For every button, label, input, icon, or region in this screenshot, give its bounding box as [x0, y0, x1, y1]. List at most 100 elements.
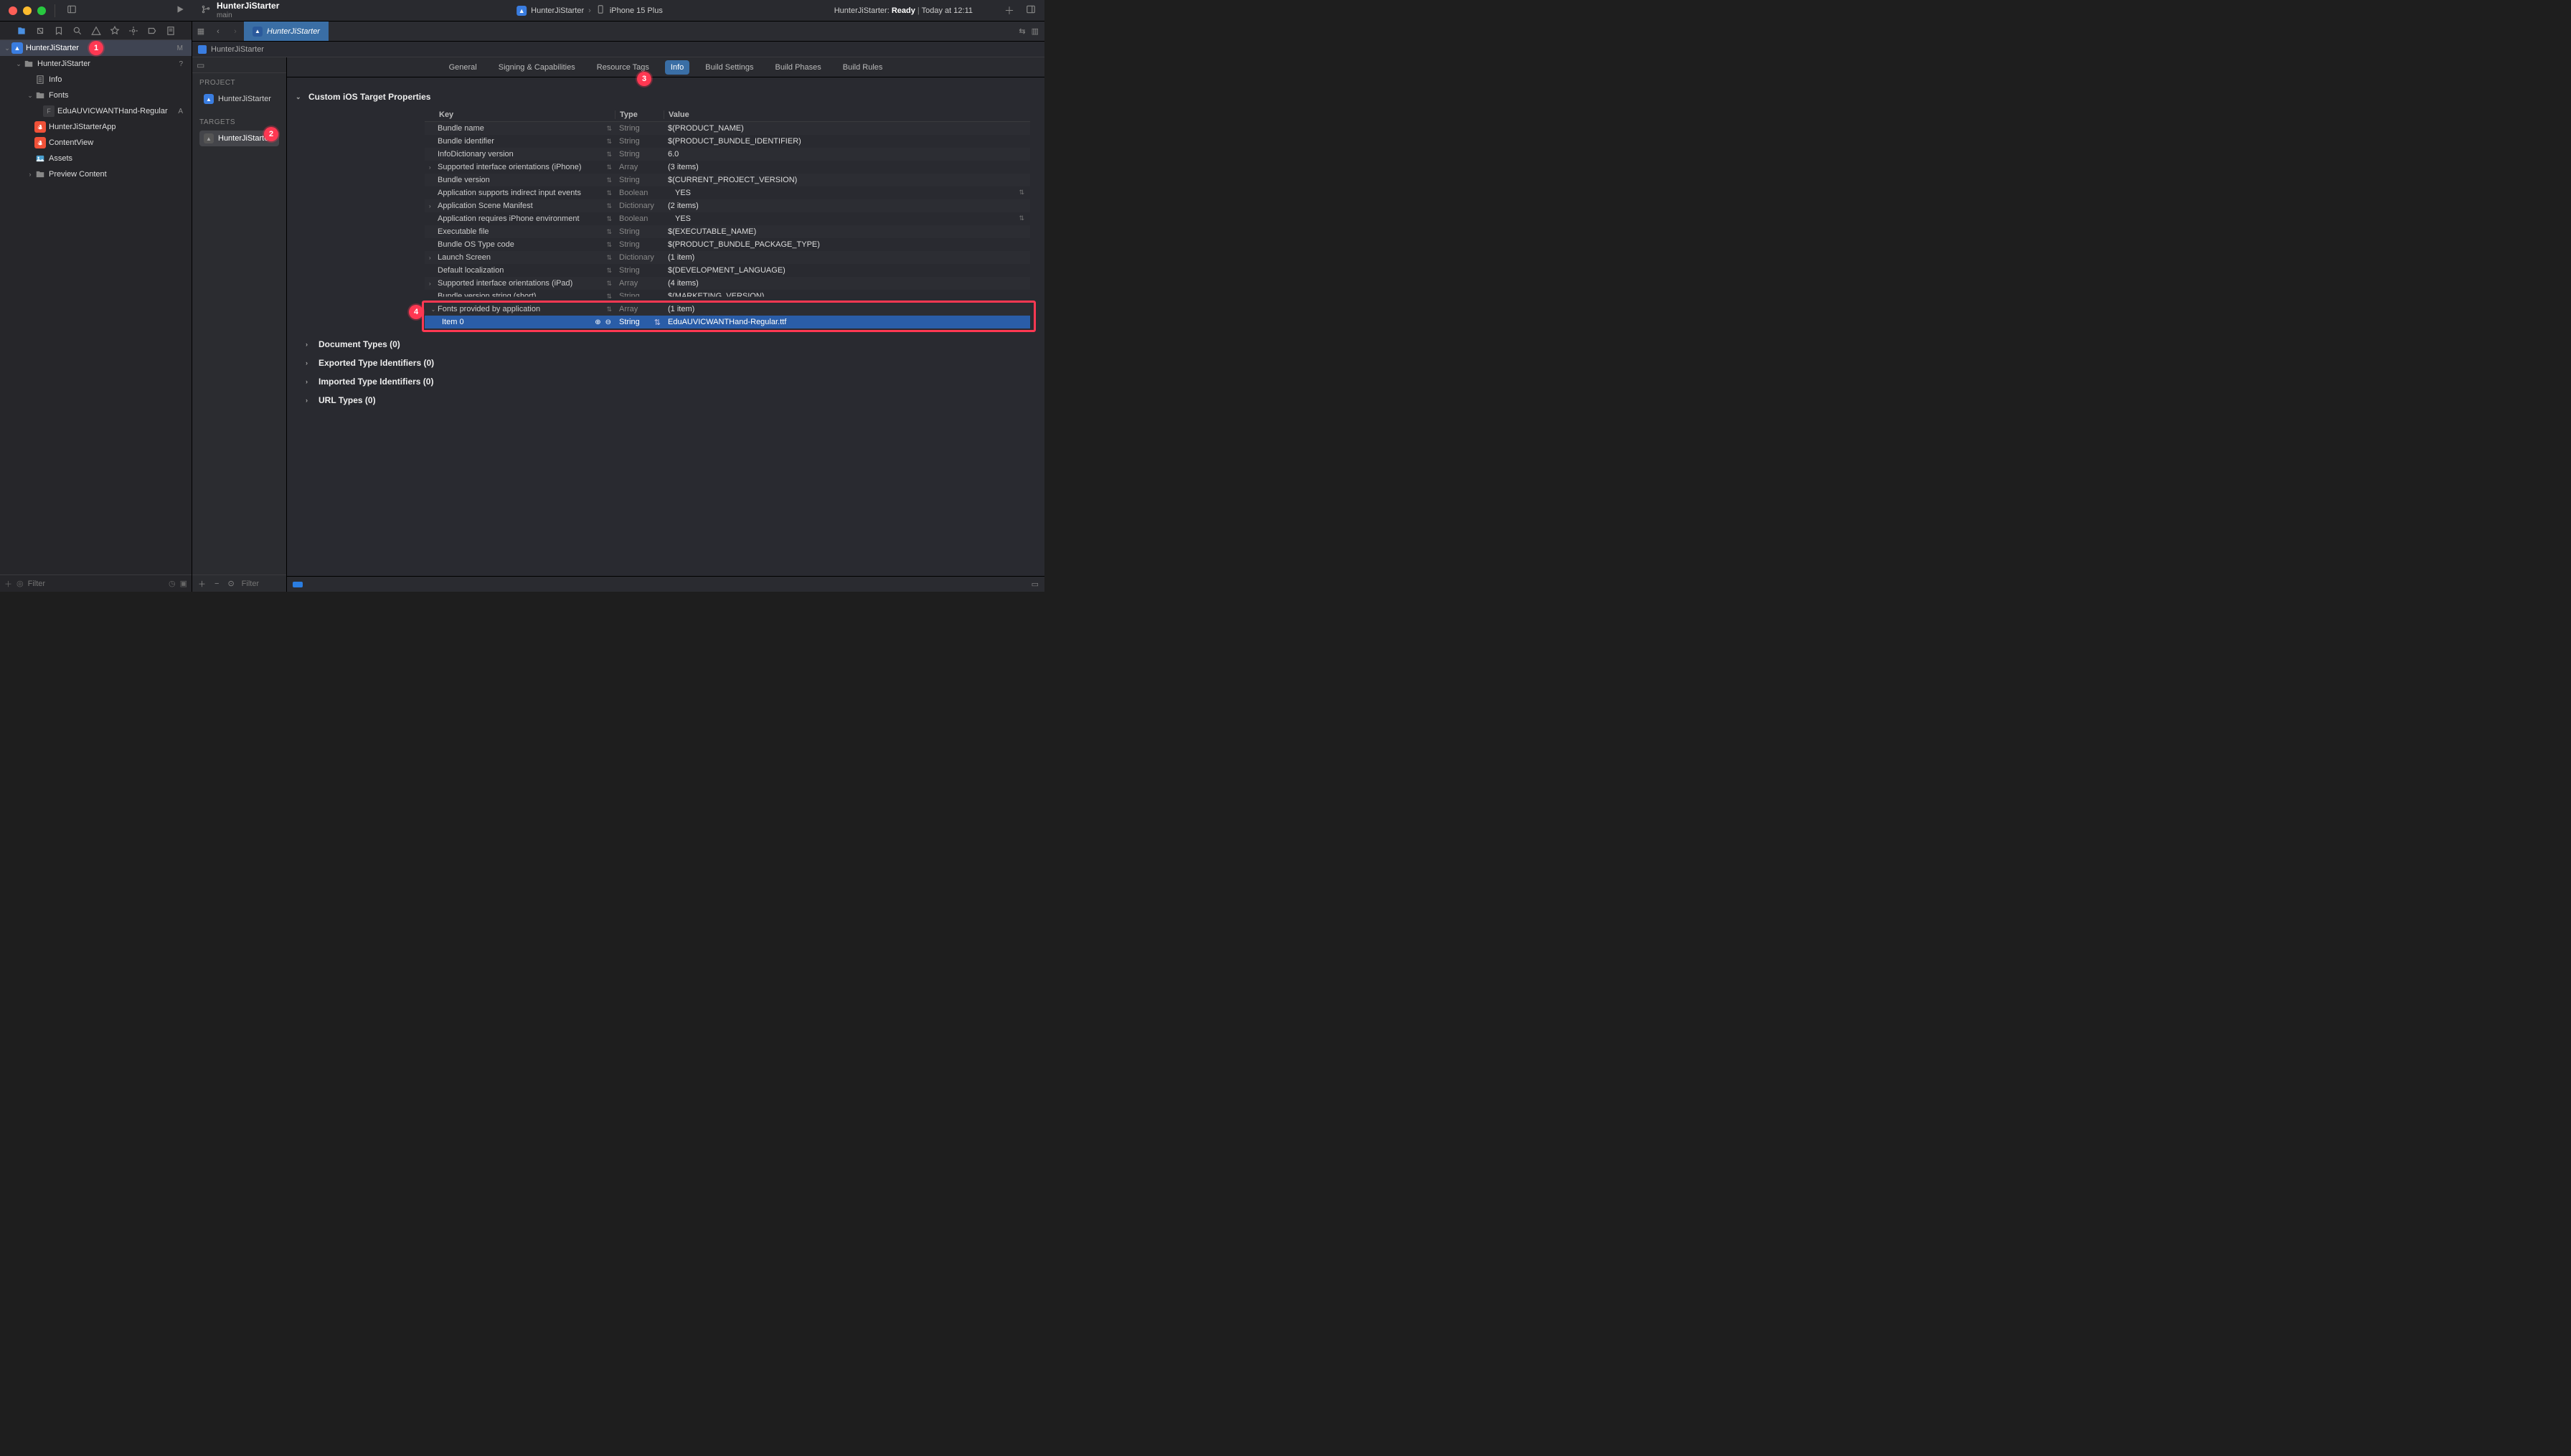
adjust-editor-icon[interactable]: ⇆ [1019, 27, 1025, 36]
tree-item-app[interactable]: HunterJiStarterApp [0, 119, 192, 135]
stepper-icon[interactable]: ⇅ [606, 125, 615, 133]
breakpoint-navigator-icon[interactable] [146, 25, 158, 37]
plist-value[interactable]: YES⇅ [664, 214, 1030, 223]
stepper-icon[interactable]: ⇅ [606, 215, 615, 223]
document-outline-icon[interactable]: ▭ [197, 60, 204, 70]
disclosure-icon[interactable]: › [26, 171, 34, 178]
remove-target-button[interactable]: − [213, 580, 220, 588]
tree-item-contentview[interactable]: ContentView [0, 135, 192, 151]
scope-filter-icon[interactable]: ◎ [16, 579, 24, 588]
stepper-icon[interactable]: ⇅ [1019, 189, 1024, 197]
plist-type[interactable]: Dictionary [615, 253, 664, 262]
plist-type[interactable]: String [615, 150, 664, 159]
section-exported-uti[interactable]: › Exported Type Identifiers (0) [306, 358, 1030, 368]
tree-item-info[interactable]: Info [0, 72, 192, 88]
tree-item-font[interactable]: F EduAUVICWANTHand-Regular A [0, 103, 192, 119]
plist-type[interactable]: String ⇅ [615, 318, 664, 326]
plist-row-item0[interactable]: Item 0 ⊕ ⊖ String ⇅ [425, 316, 1030, 328]
disclosure-icon[interactable]: ⌄ [26, 92, 34, 100]
stepper-icon[interactable]: ⇅ [606, 164, 615, 171]
tree-group-preview[interactable]: › Preview Content [0, 166, 192, 182]
stepper-icon[interactable]: ⇅ [606, 176, 615, 184]
plist-value[interactable]: (4 items) [664, 279, 1030, 288]
add-icon[interactable]: ＋ [4, 578, 12, 590]
plist-value[interactable]: (3 items) [664, 163, 1030, 171]
toggle-debug-area-icon[interactable]: ▭ [1032, 580, 1039, 589]
chevron-right-icon[interactable]: › [425, 280, 438, 287]
plist-row[interactable]: Application requires iPhone environment⇅… [425, 212, 1030, 225]
plist-type[interactable]: String [615, 176, 664, 184]
plist-row[interactable]: InfoDictionary version⇅String6.0 [425, 148, 1030, 161]
plist-type[interactable]: Boolean [615, 214, 664, 223]
run-button[interactable] [172, 4, 188, 16]
close-window-button[interactable] [9, 6, 17, 15]
plist-type[interactable]: Array [615, 305, 664, 313]
tree-group-fonts[interactable]: ⌄ Fonts [0, 88, 192, 103]
section-url-types[interactable]: › URL Types (0) [306, 395, 1030, 405]
tab-build-rules[interactable]: Build Rules [837, 60, 889, 75]
plist-row[interactable]: ›Supported interface orientations (iPhon… [425, 161, 1030, 174]
plist-value[interactable]: (1 item) [664, 305, 1030, 313]
source-control-navigator-icon[interactable] [34, 25, 46, 37]
plist-value[interactable]: $(PRODUCT_BUNDLE_PACKAGE_TYPE) [664, 240, 1030, 249]
remove-row-button[interactable]: ⊖ [603, 318, 613, 326]
disclosure-icon[interactable]: ⌄ [14, 60, 23, 68]
plist-value[interactable]: $(CURRENT_PROJECT_VERSION) [664, 176, 1030, 184]
plist-row[interactable]: Application supports indirect input even… [425, 186, 1030, 199]
issue-navigator-icon[interactable] [90, 25, 102, 37]
plist-row[interactable]: Default localization⇅String$(DEVELOPMENT… [425, 264, 1030, 277]
maximize-window-button[interactable] [37, 6, 46, 15]
plist-row[interactable]: Bundle identifier⇅String$(PRODUCT_BUNDLE… [425, 135, 1030, 148]
plist-value[interactable]: YES⇅ [664, 189, 1030, 197]
plist-value[interactable]: $(PRODUCT_BUNDLE_IDENTIFIER) [664, 137, 1030, 146]
chevron-right-icon[interactable]: › [425, 255, 438, 261]
plist-type[interactable]: String [615, 227, 664, 236]
stepper-icon[interactable]: ⇅ [606, 241, 615, 249]
plist-row[interactable]: Bundle OS Type code⇅String$(PRODUCT_BUND… [425, 238, 1030, 251]
report-navigator-icon[interactable] [165, 25, 176, 37]
tree-item-assets[interactable]: Assets [0, 151, 192, 166]
tab-info[interactable]: Info [665, 60, 689, 75]
stepper-icon[interactable]: ⇅ [606, 306, 615, 313]
debug-navigator-icon[interactable] [128, 25, 139, 37]
tree-group[interactable]: ⌄ HunterJiStarter ? [0, 56, 192, 72]
library-icon[interactable] [1023, 4, 1039, 16]
stepper-icon[interactable]: ⇅ [606, 267, 615, 275]
debug-area-indicator[interactable] [293, 582, 303, 587]
stepper-icon[interactable]: ⇅ [606, 254, 615, 262]
find-navigator-icon[interactable] [72, 25, 83, 37]
breadcrumb-bar[interactable]: HunterJiStarter [192, 42, 1044, 57]
plist-value[interactable]: (1 item) [664, 253, 1030, 262]
stepper-icon[interactable]: ⇅ [606, 228, 615, 236]
stepper-icon[interactable]: ⇅ [606, 293, 615, 301]
plist-row[interactable]: Bundle name⇅String$(PRODUCT_NAME) [425, 122, 1030, 135]
related-items-icon[interactable]: ▦ [192, 27, 209, 36]
plist-value[interactable]: $(MARKETING_VERSION) [664, 292, 1030, 301]
plist-row[interactable]: ›Supported interface orientations (iPad)… [425, 277, 1030, 290]
stepper-icon[interactable]: ⇅ [606, 138, 615, 146]
section-custom-props[interactable]: ⌄ Custom iOS Target Properties [296, 92, 1030, 102]
plist-row-fonts-provided[interactable]: ⌄ Fonts provided by application ⇅ Array … [425, 303, 1030, 316]
recent-filter-icon[interactable]: ◷ [169, 579, 176, 588]
plist-row[interactable]: ›Application Scene Manifest⇅Dictionary(2… [425, 199, 1030, 212]
stepper-icon[interactable]: ⇅ [606, 151, 615, 159]
stepper-icon[interactable]: ⇅ [654, 318, 661, 327]
section-imported-uti[interactable]: › Imported Type Identifiers (0) [306, 377, 1030, 387]
plist-row[interactable]: ›Launch Screen⇅Dictionary(1 item) [425, 251, 1030, 264]
branch-name[interactable]: main [217, 11, 279, 19]
plist-type[interactable]: Boolean [615, 189, 664, 197]
bookmark-navigator-icon[interactable] [53, 25, 65, 37]
stepper-icon[interactable]: ⇅ [1019, 214, 1024, 222]
plist-row[interactable]: Bundle version⇅String$(CURRENT_PROJECT_V… [425, 174, 1030, 186]
stepper-icon[interactable]: ⇅ [606, 189, 615, 197]
plist-type[interactable]: String [615, 137, 664, 146]
plist-type[interactable]: Dictionary [615, 202, 664, 210]
tab-build-settings[interactable]: Build Settings [699, 60, 759, 75]
chevron-down-icon[interactable]: ⌄ [429, 306, 438, 313]
project-item[interactable]: ▲ HunterJiStarter [199, 91, 279, 107]
disclosure-icon[interactable]: ⌄ [3, 44, 11, 52]
filter-input[interactable] [28, 580, 164, 588]
add-editor-icon[interactable]: ▥ [1032, 27, 1039, 36]
add-target-button[interactable]: ＋ [197, 578, 207, 590]
plist-value[interactable]: $(DEVELOPMENT_LANGUAGE) [664, 266, 1030, 275]
